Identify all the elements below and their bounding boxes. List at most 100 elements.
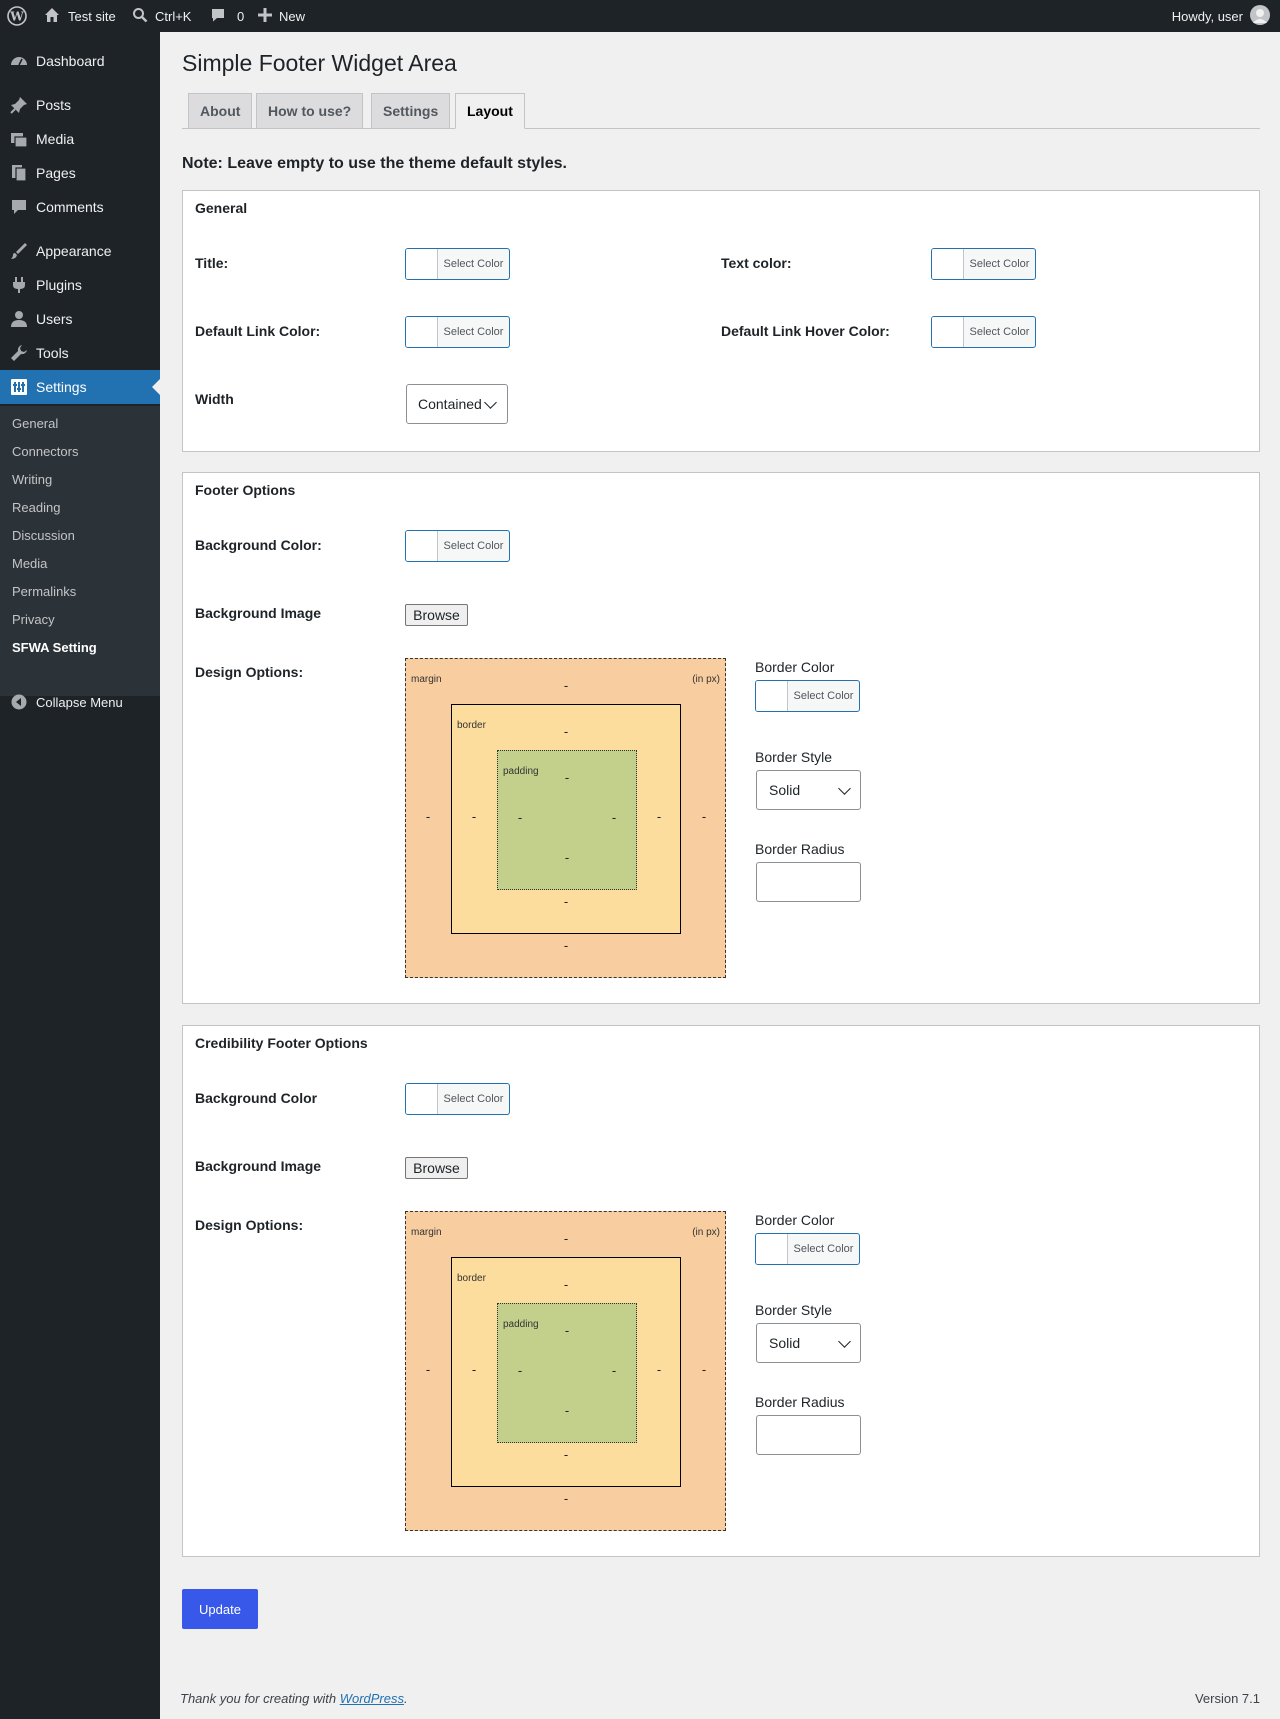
sidebar-item-tools[interactable]: Tools (0, 336, 160, 370)
sidebar-item-users[interactable]: Users (0, 302, 160, 336)
account-menu[interactable]: Howdy, user (1172, 0, 1270, 32)
comment-icon (0, 198, 36, 216)
page-title: Simple Footer Widget Area (182, 50, 457, 76)
padding-right-input[interactable]: - (607, 810, 621, 825)
sidebar-item-posts[interactable]: Posts (0, 88, 160, 122)
padding-right-input[interactable]: - (607, 1363, 621, 1378)
submenu-item-permalinks[interactable]: Permalinks (12, 584, 76, 599)
footer-border-color-picker[interactable]: Select Color (755, 680, 860, 712)
title-color-picker[interactable]: Select Color (405, 248, 510, 280)
title-color-label: Title: (195, 255, 229, 271)
footer-margin-box: margin (in px) - - - - border - - - - pa… (405, 658, 726, 978)
submenu-item-reading[interactable]: Reading (12, 500, 60, 515)
footer-bg-color-picker[interactable]: Select Color (405, 530, 510, 562)
margin-top-input[interactable]: - (559, 1231, 573, 1246)
tab-about[interactable]: About (188, 93, 253, 129)
site-name-link[interactable]: Test site (43, 0, 116, 32)
width-select[interactable]: Contained (406, 384, 508, 424)
footer-border-radius-input[interactable] (756, 862, 861, 902)
margin-left-input[interactable]: - (421, 809, 435, 824)
border-top-input[interactable]: - (559, 724, 573, 739)
new-content-link[interactable]: New (258, 0, 305, 32)
margin-bottom-input[interactable]: - (559, 1491, 573, 1506)
update-button[interactable]: Update (182, 1589, 258, 1629)
submenu-item-sfwa-setting[interactable]: SFWA Setting (12, 640, 97, 655)
submenu-item-media[interactable]: Media (12, 556, 47, 571)
submenu-item-general[interactable]: General (12, 416, 58, 431)
border-style-value: Solid (769, 782, 801, 798)
border-bottom-input[interactable]: - (559, 894, 573, 909)
margin-top-input[interactable]: - (559, 678, 573, 693)
padding-left-input[interactable]: - (513, 810, 527, 825)
padding-top-input[interactable]: - (560, 1323, 574, 1338)
admin-sidebar: Dashboard Posts Media Pages Comments App… (0, 32, 160, 1719)
border-label: border (457, 1273, 486, 1284)
sidebar-item-comments[interactable]: Comments (0, 190, 160, 224)
border-left-input[interactable]: - (467, 1362, 481, 1377)
credibility-bg-color-picker[interactable]: Select Color (405, 1083, 510, 1115)
border-left-input[interactable]: - (467, 809, 481, 824)
chevron-down-icon (484, 396, 497, 409)
padding-left-input[interactable]: - (513, 1363, 527, 1378)
border-bottom-input[interactable]: - (559, 1447, 573, 1462)
sidebar-item-pages[interactable]: Pages (0, 156, 160, 190)
padding-bottom-input[interactable]: - (560, 850, 574, 865)
footer-border-radius-label: Border Radius (755, 841, 845, 857)
chevron-down-icon (838, 782, 851, 795)
comment-icon (210, 7, 226, 26)
command-palette-button[interactable]: Ctrl+K (132, 0, 191, 32)
comments-link[interactable]: 0 (210, 0, 244, 32)
select-color-label: Select Color (969, 326, 1030, 338)
credibility-border-color-label: Border Color (755, 1212, 835, 1228)
credibility-border-style-select[interactable]: Solid (756, 1323, 861, 1363)
sidebar-item-appearance[interactable]: Appearance (0, 234, 160, 268)
general-panel: General Title: Select Color Text color: … (182, 190, 1260, 452)
tab-how-to-use[interactable]: How to use? (256, 93, 364, 129)
credibility-border-radius-input[interactable] (756, 1415, 861, 1455)
collapse-menu-button[interactable]: Collapse Menu (0, 685, 160, 719)
settings-submenu: General Connectors Writing Reading Discu… (0, 406, 160, 696)
padding-bottom-input[interactable]: - (560, 1403, 574, 1418)
border-right-input[interactable]: - (652, 809, 666, 824)
color-swatch (932, 249, 964, 279)
wordpress-logo-icon[interactable]: W (7, 0, 27, 32)
select-color-label: Select Color (443, 258, 504, 270)
link-hover-color-picker[interactable]: Select Color (931, 316, 1036, 348)
home-icon (43, 6, 61, 27)
color-swatch (406, 1084, 438, 1114)
credibility-border-style-label: Border Style (755, 1302, 833, 1318)
text-color-picker[interactable]: Select Color (931, 248, 1036, 280)
select-color-label: Select Color (443, 326, 504, 338)
select-color-label: Select Color (793, 1243, 854, 1255)
footer-border-color-label: Border Color (755, 659, 835, 675)
submenu-item-discussion[interactable]: Discussion (12, 528, 75, 543)
sidebar-item-dashboard[interactable]: Dashboard (0, 44, 160, 78)
wordpress-link[interactable]: WordPress (340, 1691, 404, 1706)
credibility-browse-button[interactable]: Browse (405, 1157, 468, 1179)
submenu-item-privacy[interactable]: Privacy (12, 612, 55, 627)
margin-bottom-input[interactable]: - (559, 938, 573, 953)
link-color-picker[interactable]: Select Color (405, 316, 510, 348)
border-style-value: Solid (769, 1335, 801, 1351)
credibility-footer-panel: Credibility Footer Options Background Co… (182, 1025, 1260, 1557)
border-right-input[interactable]: - (652, 1362, 666, 1377)
padding-top-input[interactable]: - (560, 770, 574, 785)
submenu-item-writing[interactable]: Writing (12, 472, 52, 487)
border-top-input[interactable]: - (559, 1277, 573, 1292)
footer-border-style-select[interactable]: Solid (756, 770, 861, 810)
tab-layout[interactable]: Layout (455, 93, 525, 129)
tab-settings[interactable]: Settings (371, 93, 451, 129)
margin-left-input[interactable]: - (421, 1362, 435, 1377)
credibility-border-radius-label: Border Radius (755, 1394, 845, 1410)
sidebar-item-media[interactable]: Media (0, 122, 160, 156)
sidebar-item-plugins[interactable]: Plugins (0, 268, 160, 302)
footer-browse-button[interactable]: Browse (405, 604, 468, 626)
margin-right-input[interactable]: - (697, 809, 711, 824)
submenu-item-connectors[interactable]: Connectors (12, 444, 78, 459)
footer-padding-box: padding - - - - (497, 750, 637, 890)
footer-credit: Thank you for creating with WordPress. (180, 1691, 408, 1706)
credibility-border-color-picker[interactable]: Select Color (755, 1233, 860, 1265)
select-color-label: Select Color (443, 1093, 504, 1105)
margin-right-input[interactable]: - (697, 1362, 711, 1377)
sidebar-item-settings[interactable]: Settings (0, 370, 160, 404)
